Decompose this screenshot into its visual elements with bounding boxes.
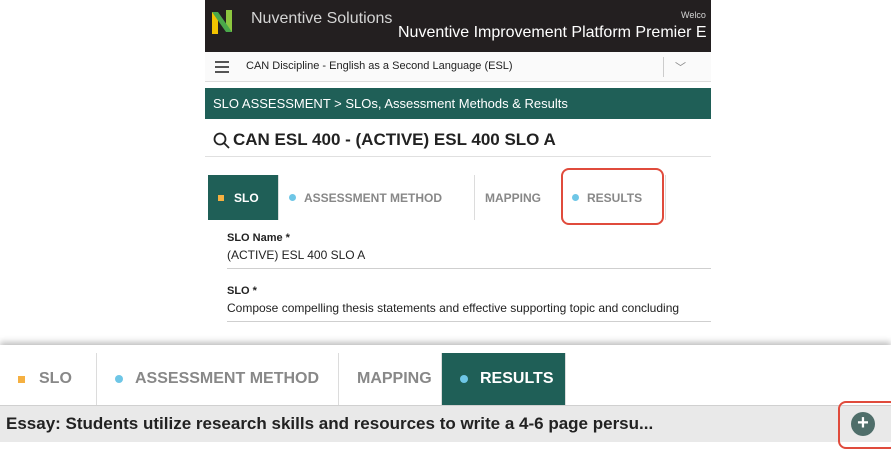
tab-label: SLO [234,190,259,205]
app-header: Nuventive Solutions Nuventive Improvemen… [205,0,711,52]
tab-label: MAPPING [357,370,432,387]
tab-slo[interactable]: SLO [208,175,279,220]
results-tab-highlight [561,168,664,225]
tab-bar-bottom: SLO ASSESSMENT METHOD MAPPING RESULTS [0,353,891,405]
dot-icon [460,375,468,383]
slo-marker-icon [218,194,224,201]
tab-assessment-method[interactable]: ASSESSMENT METHOD [279,175,475,220]
add-button-highlight [838,401,891,449]
tab-mapping[interactable]: MAPPING [475,175,562,220]
slo-label: SLO * [227,285,257,297]
chevron-down-icon[interactable]: ﹀ [675,59,686,75]
hamburger-menu-icon[interactable] [215,61,229,73]
breadcrumb[interactable]: SLO ASSESSMENT > SLOs, Assessment Method… [205,88,711,119]
platform-title: Nuventive Improvement Platform Premier E [398,24,707,41]
tab-assessment-method[interactable]: ASSESSMENT METHOD [97,353,339,405]
unit-selector[interactable]: CAN Discipline - English as a Second Lan… [246,60,513,72]
page-title-row: CAN ESL 400 - (ACTIVE) ESL 400 SLO A [205,123,711,157]
search-icon[interactable] [213,132,230,149]
unit-selector-divider [663,57,664,77]
assessment-method-row[interactable]: Essay: Students utilize research skills … [0,405,891,442]
slo-name-label: SLO Name * [227,232,290,244]
assessment-method-title: Essay: Students utilize research skills … [6,414,654,433]
dot-icon [289,194,296,201]
slo-marker-icon [18,375,25,383]
tab-results[interactable]: RESULTS [442,353,566,405]
tab-label: RESULTS [480,370,554,387]
tab-slo[interactable]: SLO [0,353,97,405]
tab-mapping[interactable]: MAPPING [339,353,442,405]
slo-name-field[interactable]: (ACTIVE) ESL 400 SLO A [227,248,711,269]
brand-name: Nuventive Solutions [251,10,393,27]
tab-label: SLO [39,370,72,387]
tab-label: ASSESSMENT METHOD [135,370,320,387]
dot-icon [115,375,123,383]
tab-label: MAPPING [485,190,542,205]
slo-field[interactable]: Compose compelling thesis statements and… [227,301,711,322]
tab-label: ASSESSMENT METHOD [304,190,443,205]
unit-selector-bar: CAN Discipline - English as a Second Lan… [205,52,711,82]
welcome-text: Welco [681,10,706,20]
nuventive-logo-icon [212,10,232,34]
slo-form: SLO Name * (ACTIVE) ESL 400 SLO A SLO * … [227,232,711,322]
bottom-screenshot-panel: SLO ASSESSMENT METHOD MAPPING RESULTS Es… [0,345,891,460]
page-title: CAN ESL 400 - (ACTIVE) ESL 400 SLO A [233,130,556,149]
